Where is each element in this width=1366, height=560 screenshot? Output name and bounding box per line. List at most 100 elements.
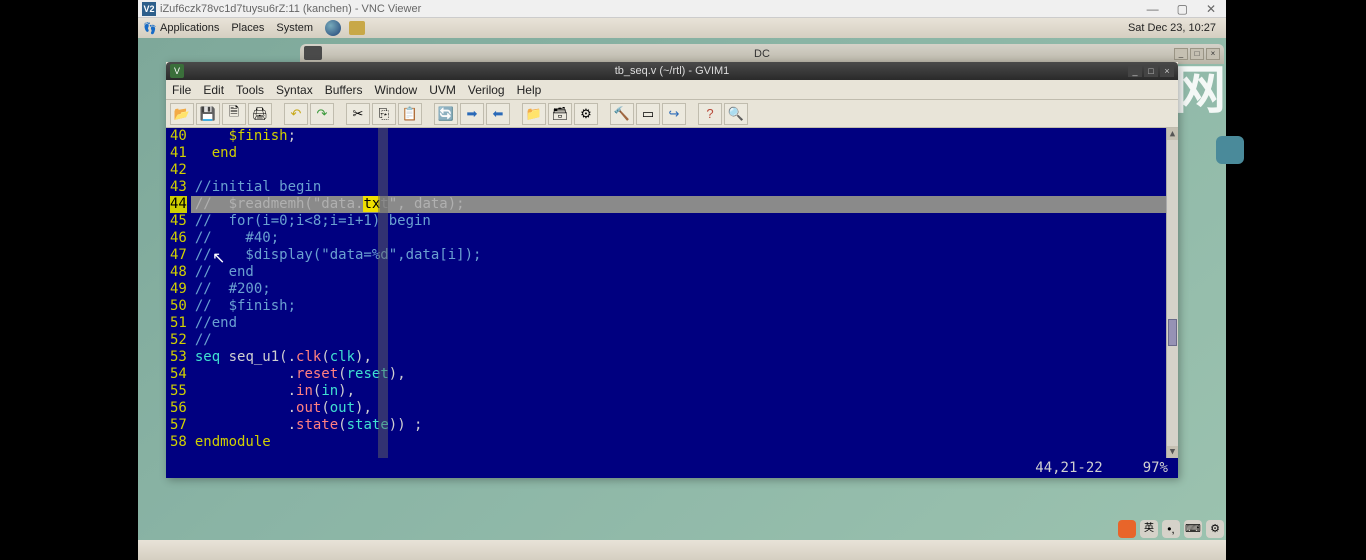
gvim-maximize-button[interactable]: □ <box>1144 65 1158 77</box>
code-line[interactable]: // $display("data=%d",data[i]); <box>191 247 1166 264</box>
paste-icon[interactable]: 📋 <box>398 103 422 125</box>
open-icon[interactable]: 📂 <box>170 103 194 125</box>
code-line[interactable]: //end <box>191 315 1166 332</box>
vnc-close-button[interactable]: ✕ <box>1206 2 1216 16</box>
gvim-close-button[interactable]: × <box>1160 65 1174 77</box>
replace-icon[interactable]: 🔄 <box>434 103 458 125</box>
code-line[interactable]: .in(in), <box>191 383 1166 400</box>
menu-syntax[interactable]: Syntax <box>276 83 313 97</box>
ime-lang-icon[interactable]: 英 <box>1140 520 1158 538</box>
scroll-percent: 97% <box>1143 460 1168 476</box>
code-line[interactable]: .out(out), <box>191 400 1166 417</box>
menu-uvm[interactable]: UVM <box>429 83 456 97</box>
desktop-widget-icon[interactable] <box>1216 136 1244 164</box>
vnc-minimize-button[interactable]: — <box>1147 2 1159 16</box>
line-number: 55 <box>170 383 187 400</box>
code-line[interactable]: // $finish; <box>191 298 1166 315</box>
code-line[interactable]: //initial begin <box>191 179 1166 196</box>
menu-window[interactable]: Window <box>375 83 418 97</box>
code-line[interactable]: $finish; <box>191 128 1166 145</box>
menu-verilog[interactable]: Verilog <box>468 83 505 97</box>
findnext-icon[interactable]: ➡ <box>460 103 484 125</box>
code-line[interactable]: // for(i=0;i<8;i=i+1) begin <box>191 213 1166 230</box>
gvim-editor-area[interactable]: 40414243444546474849505152535455565758 $… <box>166 128 1178 458</box>
gvim-window: V tb_seq.v (~/rtl) - GVIM1 _ □ × File Ed… <box>166 62 1178 478</box>
dc-terminal-tab-icon[interactable] <box>304 46 322 60</box>
ctags-icon[interactable]: ↪ <box>662 103 686 125</box>
save-icon[interactable]: 💾 <box>196 103 220 125</box>
save-all-icon[interactable]: 🗎 <box>222 103 246 125</box>
savesession-icon[interactable]: 🗃 <box>548 103 572 125</box>
menu-buffers[interactable]: Buffers <box>325 83 363 97</box>
print-icon[interactable]: 🖨 <box>248 103 272 125</box>
code-line[interactable]: // end <box>191 264 1166 281</box>
menu-applications[interactable]: Applications <box>160 22 219 34</box>
vnc-icon: V2 <box>142 2 156 16</box>
redo-icon[interactable]: ↷ <box>310 103 334 125</box>
dc-close-button[interactable]: × <box>1206 48 1220 60</box>
loadsession-icon[interactable]: 📁 <box>522 103 546 125</box>
ime-keyboard-icon[interactable]: ⌨ <box>1184 520 1202 538</box>
menu-places[interactable]: Places <box>231 22 264 34</box>
line-number: 51 <box>170 315 187 332</box>
gvim-titlebar[interactable]: V tb_seq.v (~/rtl) - GVIM1 _ □ × <box>166 62 1178 80</box>
dc-maximize-button[interactable]: □ <box>1190 48 1204 60</box>
menu-system[interactable]: System <box>276 22 313 34</box>
cut-icon[interactable]: ✂ <box>346 103 370 125</box>
code-line[interactable]: // $readmemh("data.txt", data); <box>191 196 1166 213</box>
code-text-area[interactable]: $finish; end //initial begin// $readmemh(… <box>191 128 1166 458</box>
scrollbar-up-icon[interactable]: ▲ <box>1167 128 1178 140</box>
vertical-scrollbar[interactable]: ▲ ▼ <box>1166 128 1178 458</box>
screenshot-launcher-icon[interactable] <box>349 21 365 35</box>
undo-icon[interactable]: ↶ <box>284 103 308 125</box>
line-number: 50 <box>170 298 187 315</box>
help-icon[interactable]: ? <box>698 103 722 125</box>
browser-launcher-icon[interactable] <box>325 20 341 36</box>
menu-tools[interactable]: Tools <box>236 83 264 97</box>
menu-help[interactable]: Help <box>517 83 542 97</box>
gvim-window-controls: _ □ × <box>1128 65 1174 77</box>
gnome-bottom-panel[interactable] <box>138 540 1226 560</box>
line-number: 45 <box>170 213 187 230</box>
runscript-icon[interactable]: ⚙ <box>574 103 598 125</box>
line-number: 52 <box>170 332 187 349</box>
code-line[interactable] <box>191 162 1166 179</box>
code-line[interactable]: endmodule <box>191 434 1166 451</box>
line-number: 41 <box>170 145 187 162</box>
vnc-window-title: iZuf6czk78vc1d7tuysu6rZ:11 (kanchen) - V… <box>160 3 421 15</box>
letterbox-right <box>1226 0 1366 560</box>
copy-icon[interactable]: ⎘ <box>372 103 396 125</box>
menu-edit[interactable]: Edit <box>203 83 224 97</box>
ime-settings-icon[interactable]: ⚙ <box>1206 520 1224 538</box>
code-line[interactable]: // <box>191 332 1166 349</box>
vnc-maximize-button[interactable]: ▢ <box>1177 2 1188 16</box>
line-number-gutter: 40414243444546474849505152535455565758 <box>166 128 191 458</box>
menu-file[interactable]: File <box>172 83 191 97</box>
dc-minimize-button[interactable]: _ <box>1174 48 1188 60</box>
scrollbar-thumb[interactable] <box>1168 319 1177 345</box>
clock-applet[interactable]: Sat Dec 23, 10:27 <box>1128 22 1222 34</box>
code-line[interactable]: .state(state)) ; <box>191 417 1166 434</box>
scrollbar-down-icon[interactable]: ▼ <box>1167 446 1178 458</box>
shell-icon[interactable]: ▭ <box>636 103 660 125</box>
line-number: 43 <box>170 179 187 196</box>
code-line[interactable]: .reset(reset), <box>191 366 1166 383</box>
gvim-statusline: 44,21-22 97% <box>166 458 1178 478</box>
code-line[interactable]: // #200; <box>191 281 1166 298</box>
code-line[interactable]: end <box>191 145 1166 162</box>
findhelp-icon[interactable]: 🔍 <box>724 103 748 125</box>
code-line[interactable]: seq seq_u1(.clk(clk), <box>191 349 1166 366</box>
line-number: 48 <box>170 264 187 281</box>
ime-sogou-icon[interactable] <box>1118 520 1136 538</box>
gvim-minimize-button[interactable]: _ <box>1128 65 1142 77</box>
code-line[interactable]: // #40; <box>191 230 1166 247</box>
ime-punct-icon[interactable]: •, <box>1162 520 1180 538</box>
line-number: 42 <box>170 162 187 179</box>
gnome-foot-icon[interactable]: 👣 <box>142 20 158 36</box>
dc-window-titlebar[interactable]: DC _ □ × <box>300 44 1224 64</box>
line-number: 47 <box>170 247 187 264</box>
make-icon[interactable]: 🔨 <box>610 103 634 125</box>
findprev-icon[interactable]: ⬅ <box>486 103 510 125</box>
line-number: 49 <box>170 281 187 298</box>
line-number: 58 <box>170 434 187 451</box>
